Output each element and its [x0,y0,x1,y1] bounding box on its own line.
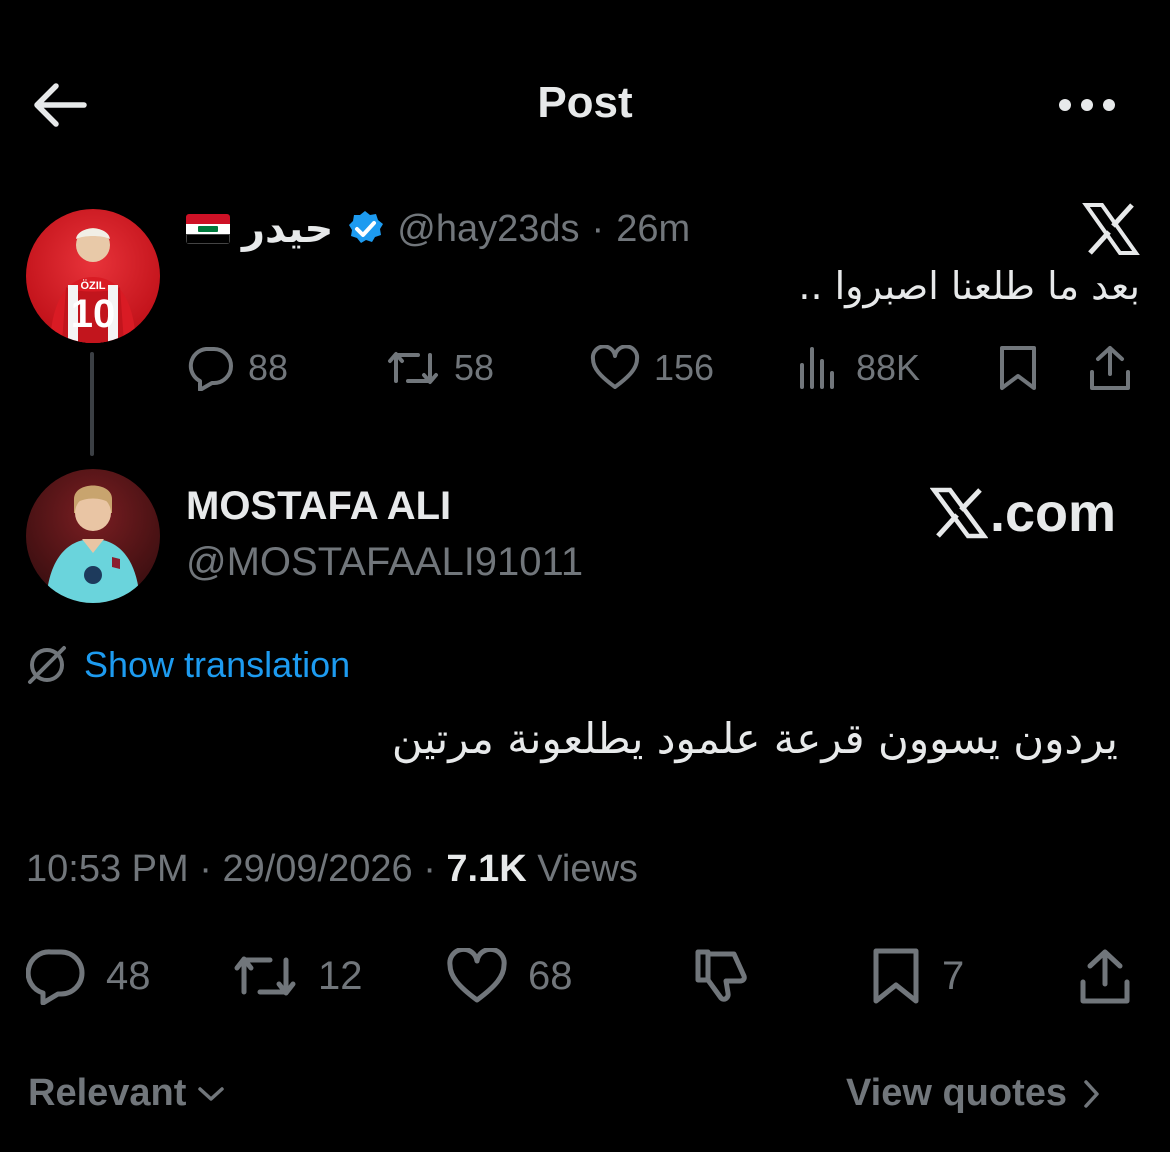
quoted-post-text: بعد ما طلعنا اصبروا .. [798,264,1140,308]
post-actions: 48 12 68 7 [26,944,1146,1008]
dot-separator: · [199,848,212,890]
x-logo-icon [1082,202,1140,256]
repost-button[interactable]: 12 [232,944,363,1008]
post-display-name[interactable]: MOSTAFA ALI [186,484,451,529]
bookmark-count: 7 [942,953,965,998]
svg-text:10: 10 [71,292,116,336]
sort-replies-dropdown[interactable]: Relevant [28,1072,226,1115]
views-count: 88K [856,347,921,388]
dislike-icon [692,946,752,1006]
x-logo-icon [930,487,988,539]
dot-separator: · [591,207,605,250]
post-date: 29/09/2026 [222,848,413,890]
quoted-post-handle[interactable]: @hay23ds [397,208,579,251]
quoted-post-display-name[interactable]: حيدر [242,206,333,252]
quoted-post-time[interactable]: 26m [616,208,690,251]
verified-badge-icon [345,209,385,249]
reply-count: 88 [248,347,289,388]
quoted-post-author-row: حيدر @hay23ds · 26m [186,204,690,254]
post-handle[interactable]: @MOSTAFAALI91011 [186,540,583,585]
share-icon [1086,344,1134,392]
avatar[interactable] [26,469,160,603]
bookmark-icon [996,344,1040,392]
views-label: Views [537,848,638,890]
reply-icon [26,947,86,1005]
like-button[interactable]: 68 [446,944,573,1008]
repost-icon [386,345,440,391]
like-icon [590,345,640,391]
more-icon [1052,88,1122,122]
views-icon [796,345,842,391]
like-button[interactable]: 156 [590,340,714,396]
bookmark-button[interactable]: 7 [870,944,964,1008]
chevron-right-icon [1081,1078,1101,1110]
post-text: يردون يسوون قرعة علمود يطلعونة مرتين [391,714,1118,763]
repost-icon [232,948,298,1004]
like-icon [446,948,508,1004]
view-quotes-label: View quotes [846,1072,1068,1114]
post-time: 10:53 PM [26,848,189,890]
views-button[interactable]: 88K [796,340,920,396]
reply-button[interactable]: 48 [26,944,151,1008]
sort-label: Relevant [28,1072,187,1114]
translate-icon [26,644,68,686]
share-button[interactable] [1086,340,1134,396]
show-translation-link[interactable]: Show translation [26,642,350,688]
like-count: 68 [528,953,573,998]
thread-line [90,352,94,456]
page-title: Post [537,78,633,127]
repost-button[interactable]: 58 [386,340,494,396]
dislike-button[interactable] [692,944,752,1008]
share-button[interactable] [1076,944,1134,1008]
share-icon [1076,946,1134,1006]
reply-button[interactable]: 88 [186,340,288,396]
watermark-text: .com [990,483,1117,543]
post-metadata: 10:53 PM · 29/09/2026 · 7.1K Views [26,848,638,891]
bookmark-button[interactable] [996,340,1040,396]
reply-count: 48 [106,953,151,998]
bookmark-icon [870,947,922,1005]
x-com-watermark: .com [930,482,1116,544]
post-page: Post ÖZIL 10 حيدر @hay23ds · 26m بعد ما … [0,0,1170,1152]
quoted-post-actions: 88 58 156 88K [186,340,1146,396]
chevron-down-icon [196,1084,226,1104]
view-quotes-link[interactable]: View quotes [846,1072,1101,1115]
more-button[interactable] [1052,88,1122,122]
iraq-flag-icon [186,214,230,244]
views-count[interactable]: 7.1K [446,848,526,890]
show-translation-label[interactable]: Show translation [84,644,350,686]
dot-separator: · [423,848,436,890]
repost-count: 58 [454,347,495,388]
repost-count: 12 [318,953,363,998]
reply-icon [186,345,234,391]
svg-text:ÖZIL: ÖZIL [80,279,105,292]
like-count: 156 [654,347,715,388]
avatar[interactable]: ÖZIL 10 [26,209,160,343]
